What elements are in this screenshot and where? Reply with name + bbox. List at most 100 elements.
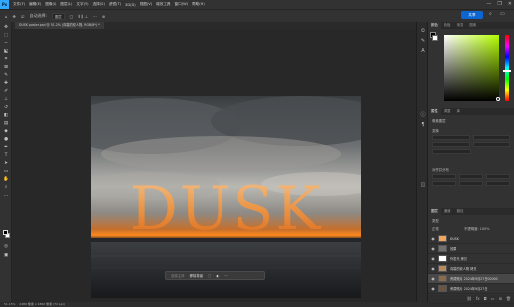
share-button[interactable]: 共享 — [461, 11, 483, 19]
fx-icon[interactable]: fx — [476, 296, 480, 301]
frame-tool-icon[interactable]: ⊠ — [3, 65, 9, 70]
brush-presets-icon[interactable]: ✎ — [420, 38, 426, 44]
home-icon[interactable]: ⌂ — [5, 14, 8, 19]
align-icons[interactable]: ⫴ ⫼ ⊥ — [78, 14, 88, 19]
layer-row-selected[interactable]: ◉ 黄昏照片 2024年9月27日00000 — [428, 274, 514, 284]
auto-select-checkbox[interactable]: ☑ — [21, 14, 25, 19]
adjust-icon[interactable]: ◐ — [216, 274, 219, 278]
align-top-button[interactable] — [432, 181, 456, 186]
layer-row[interactable]: ◉ 向暮的双人物 拷贝 — [428, 264, 514, 274]
tab-swatches[interactable]: 色板 — [441, 22, 454, 29]
path-select-tool-icon[interactable]: ➤ — [3, 161, 9, 166]
zoom-tool-icon[interactable]: ⌕ — [3, 185, 9, 190]
menu-type[interactable]: 文字(Y) — [76, 2, 88, 7]
lasso-tool-icon[interactable]: ∽ — [3, 41, 9, 46]
glyphs-icon[interactable]: ¶ — [420, 122, 426, 128]
layer-row[interactable]: ◉ DUSK — [428, 234, 514, 244]
eye-icon[interactable]: ◉ — [430, 266, 436, 271]
layer-row[interactable]: ◉ 效果 — [428, 244, 514, 254]
angle-field[interactable] — [432, 149, 471, 154]
mask-icon[interactable]: ⬚ — [208, 274, 211, 278]
dodge-tool-icon[interactable]: ● — [3, 137, 9, 142]
more-tools-icon[interactable]: ··· — [3, 194, 9, 199]
transform-controls-icon[interactable]: ▢ — [70, 14, 74, 19]
remove-background-button[interactable]: 移除背景 — [190, 273, 204, 278]
move-tool-icon[interactable]: ✥ — [3, 25, 9, 30]
blend-mode-dropdown[interactable]: 正常 — [432, 226, 439, 231]
hand-tool-icon[interactable]: ✋ — [3, 177, 9, 182]
navigator-icon[interactable]: ◫ — [420, 182, 426, 188]
menu-edit[interactable]: 编辑(E) — [29, 2, 41, 7]
menu-window[interactable]: 窗口(W) — [175, 2, 189, 7]
close-icon[interactable]: ✕ — [508, 1, 512, 7]
x-field[interactable] — [432, 142, 470, 147]
more-options-icon[interactable]: ··· — [93, 14, 97, 19]
menu-file[interactable]: 文件(F) — [13, 2, 25, 7]
menu-filter[interactable]: 滤镜(T) — [109, 2, 121, 7]
pen-tool-icon[interactable]: ✒ — [3, 145, 9, 150]
delete-layer-icon[interactable]: 🗑 — [506, 296, 511, 301]
workspace-icon[interactable]: ▭ — [500, 11, 505, 17]
foreground-color-swatch[interactable] — [3, 230, 8, 235]
align-center-button[interactable] — [459, 174, 483, 179]
tab-properties[interactable]: 属性 — [428, 108, 441, 115]
transform-section-label[interactable]: 变换 — [432, 128, 439, 133]
search-icon[interactable]: ⌕ — [489, 11, 492, 17]
minimize-icon[interactable]: — — [486, 1, 491, 7]
crop-tool-icon[interactable]: ⌗ — [3, 57, 9, 62]
add-mask-icon[interactable]: ◘ — [484, 296, 487, 301]
eye-icon[interactable]: ◉ — [430, 246, 436, 251]
color-picker-marker[interactable] — [496, 97, 500, 101]
select-subject-button[interactable]: 选择主体 — [171, 273, 185, 278]
info-icon[interactable]: ⓘ — [420, 112, 426, 118]
height-field[interactable] — [472, 135, 510, 140]
tab-patterns[interactable]: 图案 — [466, 22, 479, 29]
maximize-icon[interactable]: ❐ — [497, 1, 501, 7]
menu-image[interactable]: 图像(I) — [45, 2, 56, 7]
menu-select[interactable]: 选择(S) — [93, 2, 105, 7]
brush-tool-icon[interactable]: ✐ — [3, 89, 9, 94]
type-tool-icon[interactable]: T — [3, 153, 9, 158]
clone-stamp-tool-icon[interactable]: ⊥ — [3, 97, 9, 102]
y-field[interactable] — [472, 142, 510, 147]
blur-tool-icon[interactable]: ◆ — [3, 129, 9, 134]
document-canvas[interactable]: DUSK — [91, 96, 361, 298]
align-left-button[interactable] — [432, 174, 456, 179]
opacity-field[interactable]: 不透明度: 100% — [464, 226, 489, 231]
new-layer-icon[interactable]: ⊞ — [499, 296, 502, 301]
align-bottom-button[interactable] — [486, 181, 510, 186]
tab-adjustments[interactable]: 调整 — [441, 108, 454, 115]
zoom-level[interactable]: 51.15% — [4, 302, 15, 306]
3d-mode-icon[interactable]: ⊕ — [102, 14, 105, 19]
layer-row[interactable]: ◉ 黄昏照片 2024年9月27日 — [428, 284, 514, 294]
align-middle-button[interactable] — [459, 181, 483, 186]
eye-icon[interactable]: ◉ — [430, 286, 436, 291]
quick-mask-icon[interactable]: ◎ — [3, 244, 9, 249]
tab-paths[interactable]: 路径 — [454, 208, 467, 215]
hue-slider-handle[interactable] — [503, 70, 511, 72]
align-section-label[interactable]: 对齐并分布 — [432, 167, 449, 172]
layer-row[interactable]: ◉ 外发光 拷贝 — [428, 254, 514, 264]
menu-help[interactable]: 帮助(H) — [192, 2, 205, 7]
history-icon[interactable]: ⏲ — [420, 28, 426, 34]
gradient-tool-icon[interactable]: ▤ — [3, 121, 9, 126]
tab-color[interactable]: 颜色 — [428, 22, 441, 29]
marquee-tool-icon[interactable]: ⬚ — [3, 33, 9, 38]
move-tool-icon[interactable]: ✥ — [13, 14, 16, 19]
tab-gradients[interactable]: 渐变 — [454, 22, 467, 29]
history-brush-tool-icon[interactable]: ↺ — [3, 105, 9, 110]
eyedropper-tool-icon[interactable]: ✎ — [3, 73, 9, 78]
photoshop-logo[interactable]: Ps — [0, 0, 9, 9]
menu-view[interactable]: 视图(V) — [140, 2, 152, 7]
tab-channels[interactable]: 通道 — [441, 208, 454, 215]
menu-plugins[interactable]: 增效工具 — [156, 2, 170, 7]
screen-mode-icon[interactable]: ▣ — [3, 253, 9, 258]
more-icon[interactable]: ··· — [224, 274, 227, 278]
panel-foreground-swatch[interactable] — [432, 35, 438, 41]
eye-icon[interactable]: ◉ — [430, 236, 436, 241]
eraser-tool-icon[interactable]: ◧ — [3, 113, 9, 118]
menu-layer[interactable]: 图层(L) — [60, 2, 72, 7]
canvas-area[interactable]: DUSK — [12, 29, 416, 302]
rectangle-tool-icon[interactable]: ▭ — [3, 169, 9, 174]
document-tab[interactable]: DUSK poster.psd @ 51.2% (向暮的双人物, RGB/8*)… — [15, 22, 104, 29]
